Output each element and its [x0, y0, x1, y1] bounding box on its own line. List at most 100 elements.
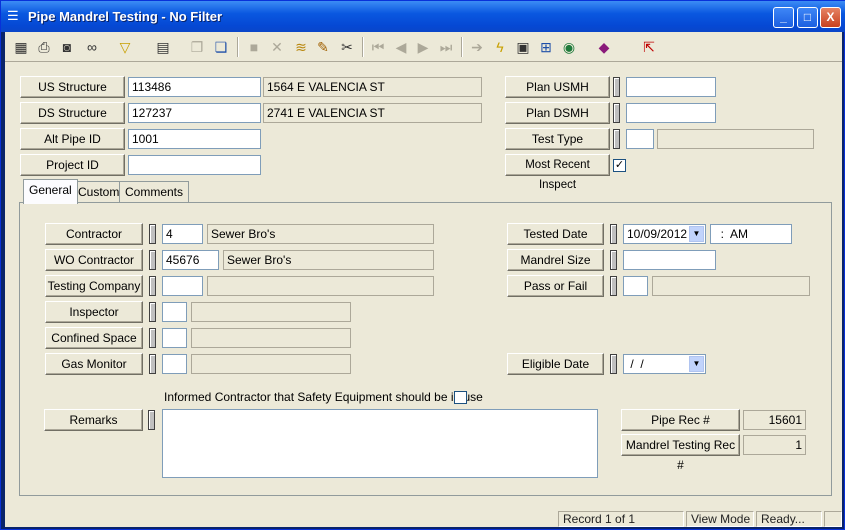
- tab-general[interactable]: General: [23, 179, 78, 204]
- ds-structure-id-field[interactable]: 127237: [128, 103, 261, 123]
- pencil-icon[interactable]: ✎: [313, 37, 333, 57]
- contractor-id-field[interactable]: 4: [162, 224, 203, 244]
- wo-contractor-id-field[interactable]: 45676: [162, 250, 219, 270]
- record-selector[interactable]: [149, 250, 156, 270]
- minimize-button[interactable]: _: [773, 7, 794, 28]
- delete-icon[interactable]: ✕: [267, 37, 287, 57]
- remarks-textarea[interactable]: [162, 409, 598, 478]
- record-selector[interactable]: [149, 224, 156, 244]
- copy-icon[interactable]: ❐: [187, 37, 207, 57]
- scissors-icon[interactable]: ✂: [337, 37, 357, 57]
- gas-monitor-name: [191, 354, 351, 374]
- maximize-button[interactable]: □: [797, 7, 818, 28]
- binoculars-icon[interactable]: ∞: [82, 37, 102, 57]
- inspector-button[interactable]: Inspector: [45, 301, 143, 323]
- plan-usmh-button[interactable]: Plan USMH: [505, 76, 610, 98]
- most-recent-inspect-checkbox[interactable]: ✓: [613, 159, 626, 172]
- last-icon[interactable]: ⏭: [436, 37, 456, 57]
- testing-company-button[interactable]: Testing Company: [45, 275, 143, 297]
- project-id-button[interactable]: Project ID: [20, 154, 125, 176]
- gas-monitor-button[interactable]: Gas Monitor: [45, 353, 143, 375]
- alt-pipe-id-field[interactable]: 1001: [128, 129, 261, 149]
- next-icon[interactable]: ▶: [413, 37, 433, 57]
- inspector-name: [191, 302, 351, 322]
- plan-usmh-field[interactable]: [626, 77, 716, 97]
- mandrel-size-field[interactable]: [623, 250, 716, 270]
- record-selector[interactable]: [149, 302, 156, 322]
- app-window: ☰ Pipe Mandrel Testing - No Filter _ □ X…: [0, 0, 845, 530]
- most-recent-inspect-button[interactable]: Most Recent Inspect: [505, 154, 610, 191]
- save-icon[interactable]: ■: [244, 37, 264, 57]
- chevron-down-icon[interactable]: ▼: [689, 226, 704, 242]
- us-structure-id-field[interactable]: 113486: [128, 77, 261, 97]
- confined-space-button[interactable]: Confined Space: [45, 327, 143, 349]
- wo-contractor-button[interactable]: WO Contractor: [45, 249, 143, 271]
- test-type-code-field[interactable]: [626, 129, 654, 149]
- pipe-rec-button[interactable]: Pipe Rec #: [621, 409, 740, 431]
- close-button[interactable]: X: [820, 7, 841, 28]
- tab-custom[interactable]: Custom: [72, 181, 126, 203]
- first-icon[interactable]: ⏮: [368, 37, 388, 57]
- title-bar[interactable]: ☰ Pipe Mandrel Testing - No Filter _ □ X: [1, 1, 845, 32]
- toolbar-separator: [362, 37, 364, 57]
- grid-icon[interactable]: ▦: [11, 37, 31, 57]
- informed-contractor-checkbox[interactable]: [454, 391, 467, 404]
- mandrel-size-button[interactable]: Mandrel Size: [507, 249, 604, 271]
- copy2-icon[interactable]: ❏: [211, 37, 231, 57]
- prev-icon[interactable]: ◀: [391, 37, 411, 57]
- doc-icon[interactable]: ▣: [513, 37, 533, 57]
- mandrel-testing-rec-button[interactable]: Mandrel Testing Rec #: [621, 434, 740, 472]
- gas-monitor-id-field[interactable]: [162, 354, 187, 374]
- stack-icon[interactable]: ≋: [291, 37, 311, 57]
- tested-date-button[interactable]: Tested Date: [507, 223, 604, 245]
- record-selector[interactable]: [149, 276, 156, 296]
- resize-grip[interactable]: [824, 511, 842, 527]
- confined-space-id-field[interactable]: [162, 328, 187, 348]
- remarks-button[interactable]: Remarks: [44, 409, 143, 431]
- book-icon[interactable]: ◆: [594, 37, 614, 57]
- print-preview-icon[interactable]: ◙: [57, 37, 77, 57]
- testing-company-id-field[interactable]: [162, 276, 203, 296]
- tested-date-dropdown[interactable]: 10/09/2012 ▼: [623, 224, 706, 244]
- ds-structure-button[interactable]: DS Structure: [20, 102, 125, 124]
- record-selector[interactable]: [610, 250, 617, 270]
- eligible-date-value: / /: [627, 357, 644, 371]
- us-structure-button[interactable]: US Structure: [20, 76, 125, 98]
- pass-fail-description: [652, 276, 810, 296]
- pass-fail-button[interactable]: Pass or Fail: [507, 275, 604, 297]
- record-selector[interactable]: [148, 410, 155, 430]
- plan-dsmh-field[interactable]: [626, 103, 716, 123]
- eligible-date-button[interactable]: Eligible Date: [507, 353, 604, 375]
- plan-dsmh-button[interactable]: Plan DSMH: [505, 102, 610, 124]
- filter-icon[interactable]: ▽: [115, 37, 135, 57]
- test-type-button[interactable]: Test Type: [505, 128, 610, 150]
- record-selector[interactable]: [613, 103, 620, 123]
- record-selector[interactable]: [149, 328, 156, 348]
- exit-icon[interactable]: ⇱: [639, 37, 659, 57]
- window-title: Pipe Mandrel Testing - No Filter: [28, 9, 223, 24]
- lightning-icon[interactable]: ϟ: [490, 37, 510, 57]
- status-record: Record 1 of 1: [558, 511, 684, 527]
- record-selector[interactable]: [149, 354, 156, 374]
- pass-fail-code-field[interactable]: [623, 276, 648, 296]
- tab-comments[interactable]: Comments: [119, 181, 190, 203]
- record-selector[interactable]: [613, 77, 620, 97]
- us-structure-address: 1564 E VALENCIA ST: [263, 77, 482, 97]
- alt-pipe-id-button[interactable]: Alt Pipe ID: [20, 128, 125, 150]
- tree-icon[interactable]: ⊞: [536, 37, 556, 57]
- contractor-name: Sewer Bro's: [207, 224, 434, 244]
- record-selector[interactable]: [610, 276, 617, 296]
- chevron-down-icon[interactable]: ▼: [689, 356, 704, 372]
- eligible-date-dropdown[interactable]: / / ▼: [623, 354, 706, 374]
- globe-icon[interactable]: ◉: [559, 37, 579, 57]
- record-selector[interactable]: [610, 224, 617, 244]
- goto-icon[interactable]: ➔: [467, 37, 487, 57]
- project-id-field[interactable]: [128, 155, 261, 175]
- record-selector[interactable]: [613, 129, 620, 149]
- report-icon[interactable]: ▤: [153, 37, 173, 57]
- record-selector[interactable]: [610, 354, 617, 374]
- contractor-button[interactable]: Contractor: [45, 223, 143, 245]
- print-icon[interactable]: ⎙: [34, 37, 54, 57]
- inspector-id-field[interactable]: [162, 302, 187, 322]
- tested-time-field[interactable]: : AM: [710, 224, 792, 244]
